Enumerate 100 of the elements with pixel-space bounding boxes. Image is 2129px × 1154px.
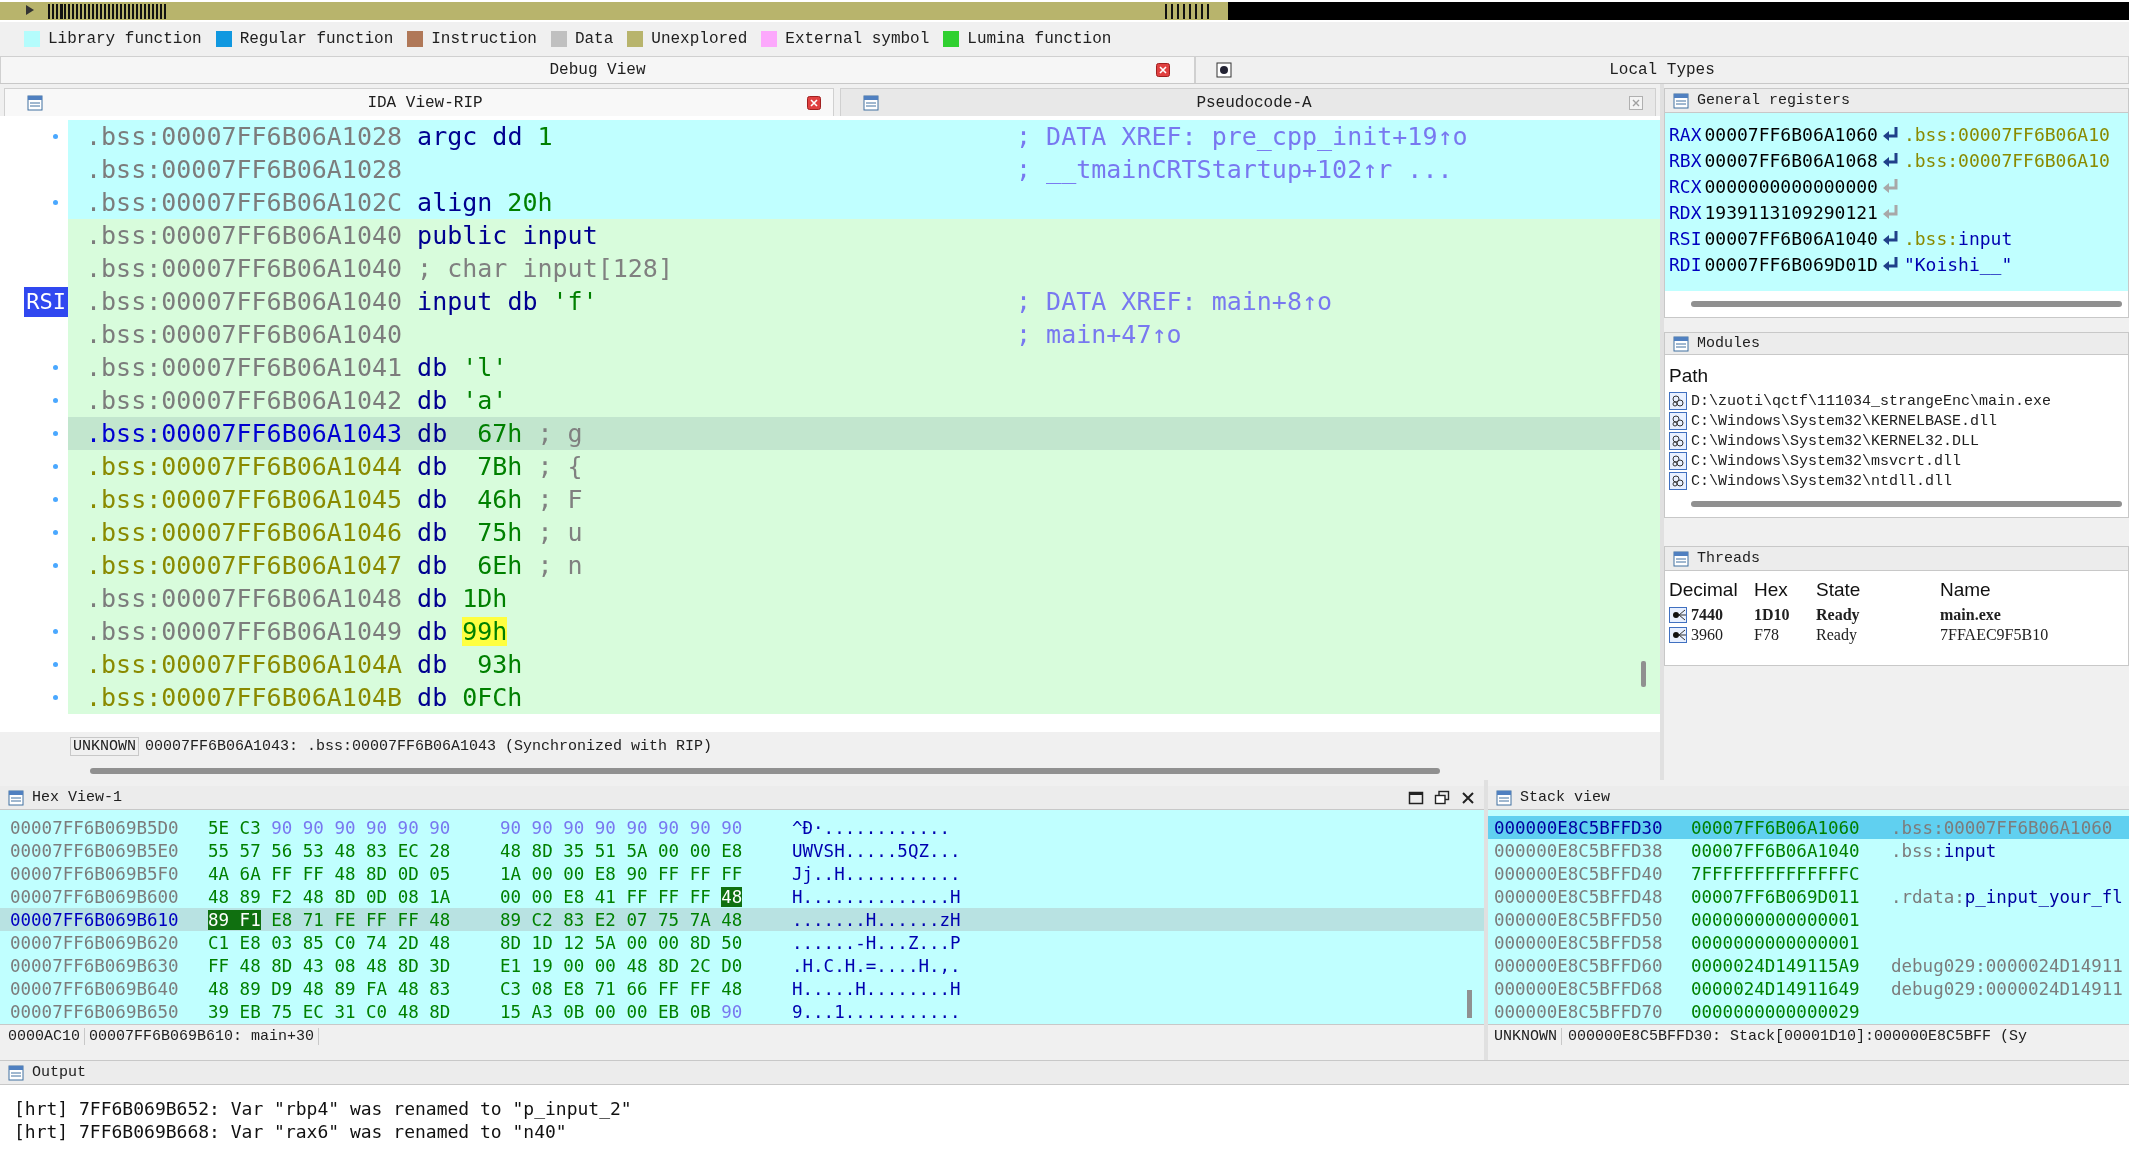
line-address: .bss:00007FF6B06A1040 [86, 254, 403, 283]
module-icon [1669, 412, 1687, 430]
code-keyword: argc dd [417, 122, 523, 151]
code-comment: ; u [537, 518, 583, 547]
code-keyword: public input [417, 221, 598, 250]
scrollbar[interactable] [1691, 501, 2122, 507]
register-tag: RSI [24, 286, 68, 317]
hex-bytes: FF 48 8D 43 08 48 8D 3D [208, 955, 451, 976]
code-keyword: db [417, 683, 448, 712]
code-operand: 1 [537, 122, 553, 151]
scrollbar-thumb[interactable] [1641, 661, 1646, 687]
code-keyword: db [417, 518, 448, 547]
line-address: .bss:00007FF6B06A104A [86, 650, 403, 679]
hex-address: 00007FF6B069B5D0 [10, 817, 180, 838]
code-keyword: db [417, 485, 448, 514]
window-icon [8, 1064, 24, 1081]
scrollbar[interactable] [90, 768, 1440, 774]
navigation-band[interactable] [0, 2, 2129, 20]
close-icon[interactable] [1460, 790, 1476, 806]
table-cell: Ready [1816, 626, 1857, 644]
window-icon [1673, 335, 1689, 352]
scrollbar[interactable] [1691, 301, 2122, 307]
hex-address: 00007FF6B069B620 [10, 932, 180, 953]
stack-address: 000000E8C5BFFD48 [1494, 886, 1664, 907]
ascii-text: 9...1........... [792, 1001, 961, 1022]
stack-address: 000000E8C5BFFD40 [1494, 863, 1664, 884]
module-row[interactable]: C:\Windows\System32\KERNEL32.DLL [1669, 431, 2124, 451]
code-comment: ; { [537, 452, 583, 481]
line-address: .bss:00007FF6B06A1048 [86, 584, 403, 613]
code-operand: 6Eh [476, 551, 523, 580]
module-icon [1669, 472, 1687, 490]
maximize-icon[interactable] [1408, 790, 1424, 806]
hex-bytes: 90 90 90 90 90 90 90 90 [500, 817, 743, 838]
code-comment: ; char input[128] [417, 254, 673, 283]
xref-comment: ; main+47↑o [1016, 320, 1182, 349]
ascii-text: Jj..H........... [792, 863, 961, 884]
panel-title: Output [32, 1064, 86, 1081]
scrollbar-thumb[interactable] [1467, 990, 1472, 1018]
legend-label: Unexplored [651, 30, 748, 48]
tab[interactable]: Debug View [0, 56, 1195, 83]
hex-bytes: E1 19 00 00 48 8D 2C D0 [500, 955, 743, 976]
hex-address: 00007FF6B069B640 [10, 978, 180, 999]
line-address: .bss:00007FF6B06A1043 [86, 419, 403, 448]
code-keyword: db [417, 584, 448, 613]
close-icon[interactable] [807, 95, 821, 110]
column-header: Decimal [1669, 578, 1739, 602]
register-value: 00007FF6B06A1060 [1704, 123, 1878, 145]
code-operand: 75h [476, 518, 523, 547]
register-value: 00007FF6B06A1040 [1704, 227, 1878, 249]
register-name: RSI [1669, 227, 1702, 249]
register-name: RAX [1669, 123, 1702, 145]
hex-bytes: 1A 00 00 E8 90 FF FF FF [500, 863, 743, 884]
module-row[interactable]: D:\zuoti\qctf\111034_strangeEnc\main.exe [1669, 391, 2124, 411]
code-operand: 46h [476, 485, 523, 514]
module-row[interactable]: C:\Windows\System32\msvcrt.dll [1669, 451, 2124, 471]
code-keyword: db [417, 551, 448, 580]
code-keyword: db [417, 452, 448, 481]
stack-label: debug029:0000024D14911 [1891, 978, 2123, 999]
tab[interactable]: IDA View-RIP [4, 88, 834, 116]
column-header: State [1816, 578, 1862, 602]
code-operand: 99h [462, 617, 508, 646]
stack-value: 0000024D149115A9 [1691, 955, 1861, 976]
line-address: .bss:00007FF6B06A1049 [86, 617, 403, 646]
tab[interactable]: Pseudocode-A [840, 88, 1656, 116]
xref-comment: ; __tmainCRTStartup+102↑r ... [1016, 155, 1453, 184]
table-cell: 3960 [1691, 626, 1723, 644]
register-comment: .bss:00007FF6B06A10 [1903, 123, 2110, 145]
window-icon [27, 94, 43, 111]
table-cell: F78 [1754, 626, 1779, 644]
stack-value: 0000000000000029 [1691, 1001, 1861, 1022]
hex-bytes: 48 89 F2 48 8D 0D 08 1A [208, 886, 451, 907]
register-name: RBX [1669, 149, 1702, 171]
stack-value: 00007FF6B069D011 [1691, 886, 1861, 907]
hex-address: 00007FF6B069B5F0 [10, 863, 180, 884]
line-address: .bss:00007FF6B06A1040 [86, 320, 403, 349]
restore-icon[interactable] [1434, 790, 1450, 806]
module-row[interactable]: C:\Windows\System32\ntdll.dll [1669, 471, 2124, 491]
tab[interactable]: Local Types [1195, 56, 2129, 83]
hex-bytes: 48 8D 35 51 5A 00 00 E8 [500, 840, 743, 861]
close-icon[interactable] [1156, 63, 1170, 77]
table-cell: Ready [1816, 606, 1860, 624]
register-comment: .bss:00007FF6B06A10 [1903, 149, 2110, 171]
stack-value: 0000024D14911649 [1691, 978, 1861, 999]
stack-value: 00007FF6B06A1060 [1691, 817, 1861, 838]
stack-label: .bss:input [1891, 840, 1997, 861]
stack-label: .rdata:p_input_your_fl [1891, 886, 2123, 907]
module-icon [1669, 452, 1687, 470]
thread-icon [1669, 627, 1687, 643]
line-address: .bss:00007FF6B06A1041 [86, 353, 403, 382]
module-row[interactable]: C:\Windows\System32\KERNELBASE.dll [1669, 411, 2124, 431]
stack-address: 000000E8C5BFFD68 [1494, 978, 1664, 999]
register-name: RCX [1669, 175, 1702, 197]
code-keyword: db [417, 419, 448, 448]
hex-address: 00007FF6B069B5E0 [10, 840, 180, 861]
hex-bytes: 89 C2 83 E2 07 75 7A 48 [500, 909, 743, 930]
code-operand: 93h [476, 650, 523, 679]
stack-value: 00007FF6B06A1040 [1691, 840, 1861, 861]
status-text: 00007FF6B069B610: main+30 [89, 1028, 320, 1045]
line-address: .bss:00007FF6B06A1045 [86, 485, 403, 514]
hex-bytes: 5E C3 [208, 817, 261, 838]
